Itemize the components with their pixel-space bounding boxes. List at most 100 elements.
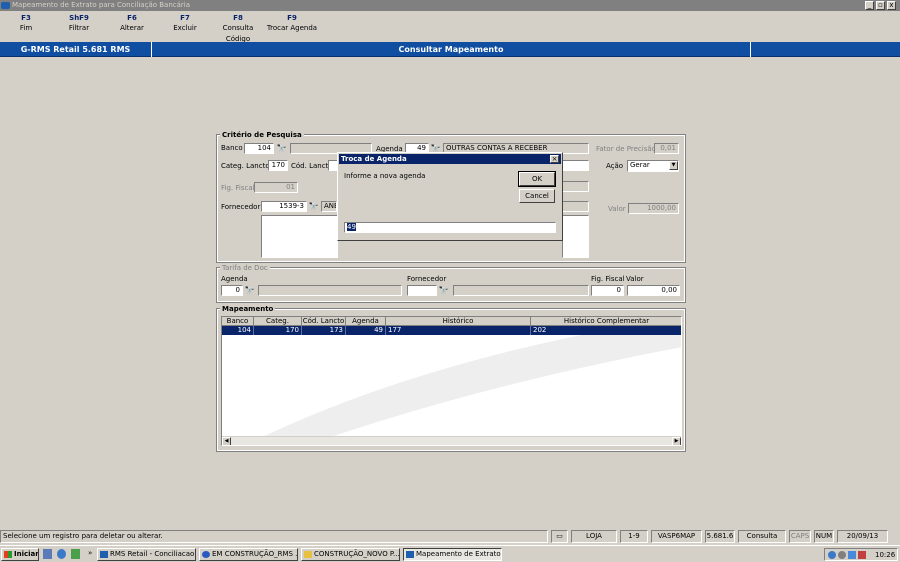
horizontal-scrollbar[interactable]: ◀ ▶ [222, 436, 681, 445]
tarifa-fig-field[interactable]: 0 [591, 285, 624, 296]
banco-label: Banco [221, 144, 243, 152]
tray-icon[interactable] [848, 551, 856, 559]
status-message: Selecione um registro para deletar ou al… [0, 530, 548, 543]
minimize-button[interactable]: _ [865, 1, 874, 10]
cell-historico: 177 [386, 326, 531, 335]
fkey-alterar[interactable]: F6 Alterar [106, 14, 158, 34]
maximize-button[interactable]: ▫ [876, 1, 885, 10]
tarifa-agenda-field[interactable]: 0 [221, 285, 243, 296]
dialog-close-icon[interactable]: × [550, 155, 559, 163]
fig-fiscal-desc-field [562, 181, 589, 192]
table-row[interactable]: 104 170 173 49 177 202 [222, 326, 681, 335]
quicklaunch-browser-icon[interactable] [57, 549, 66, 559]
acao-select[interactable]: Gerar ▼ [627, 160, 679, 172]
nova-agenda-input[interactable]: 49 [344, 222, 556, 233]
header-divider [750, 42, 751, 57]
cell-cod: 173 [302, 326, 346, 335]
task-em-construcao[interactable]: EM CONSTRUÇÃO_RMS ... [199, 548, 298, 561]
window-titlebar[interactable]: Mapeamento de Extrato para Conciliação B… [0, 0, 900, 11]
fkey-trocar-agenda[interactable]: F9 Trocar Agenda [266, 14, 318, 34]
valor-field: 1000,00 [628, 203, 679, 214]
mapeamento-grid[interactable]: Banco Categ. Lancto Cód. Lancto Agenda H… [221, 316, 682, 446]
fkey-fim[interactable]: F3 Fim [0, 14, 52, 34]
cell-agenda: 49 [346, 326, 386, 335]
status-num: NUM [814, 530, 834, 543]
fornecedor-field[interactable]: 1539-3 [261, 201, 307, 212]
status-version: 5.681.6 [705, 530, 735, 543]
fkey-label: Alterar [120, 24, 144, 32]
fig-fiscal-field: 01 [254, 182, 298, 193]
screen-title: Consultar Mapeamento [398, 45, 504, 54]
binoculars-icon[interactable]: 🔭 [244, 285, 255, 296]
fkey-code: F7 [180, 14, 190, 22]
banco-field[interactable]: 104 [244, 143, 274, 154]
fig-fiscal-label: Fig. Fiscal [221, 184, 255, 192]
binoculars-icon[interactable]: 🔭 [276, 143, 287, 154]
network-icon[interactable] [828, 551, 836, 559]
start-button[interactable]: Iniciar [1, 548, 39, 561]
fornecedor-desc-field-right [562, 201, 589, 212]
folder-icon [304, 551, 312, 558]
task-construcao-novo[interactable]: CONSTRUÇÃO_NOVO P... [301, 548, 400, 561]
binoculars-icon[interactable]: 🔭 [308, 201, 319, 212]
task-mapeamento[interactable]: Mapeamento de Extrato ... [403, 548, 502, 561]
col-header-agenda[interactable]: Agenda [346, 317, 386, 326]
fkey-code: ShF9 [69, 14, 89, 22]
status-loja: LOJA [571, 530, 617, 543]
fkey-filtrar[interactable]: ShF9 Filtrar [53, 14, 105, 34]
status-caps: CAPS [789, 530, 811, 543]
status-program: VASP6MAP [651, 530, 702, 543]
windows-logo-icon [4, 551, 12, 558]
historico-textarea-right[interactable] [562, 215, 589, 258]
col-header-historico[interactable]: Histórico [386, 317, 531, 326]
close-button[interactable]: x [887, 1, 896, 10]
historico-textarea[interactable] [261, 215, 338, 258]
fornecedor-label: Fornecedor [221, 203, 261, 211]
tarifa-fornecedor-field[interactable] [407, 285, 437, 296]
tarifa-fig-label: Fig. Fiscal [591, 275, 625, 283]
criterio-title: Critério de Pesquisa [220, 131, 304, 139]
tray-icon[interactable] [858, 551, 866, 559]
scroll-right-icon[interactable]: ▶ [672, 437, 681, 445]
app-version-label: G-RMS Retail 5.681 RMS [0, 42, 152, 57]
chevron-right-icon[interactable]: » [88, 549, 92, 557]
dialog-message: Informe a nova agenda [344, 172, 426, 180]
acao-label: Ação [606, 162, 624, 170]
quicklaunch-app-icon[interactable] [71, 549, 80, 559]
fkey-label: Trocar Agenda [266, 24, 318, 32]
troca-agenda-dialog: Troca de Agenda × Informe a nova agenda … [337, 152, 563, 241]
app-icon [100, 551, 108, 558]
tarifa-title: Tarifa de Doc [220, 264, 270, 272]
cell-banco: 104 [222, 326, 254, 335]
fkey-label: Excluir [173, 24, 197, 32]
dialog-title: Troca de Agenda [339, 154, 561, 164]
col-header-historico-comp[interactable]: Histórico Complementar [531, 317, 681, 326]
fkey-excluir[interactable]: F7 Excluir [159, 14, 211, 34]
cancel-button[interactable]: Cancel [519, 189, 555, 203]
app-icon [1, 2, 10, 9]
status-date: 20/09/13 [837, 530, 888, 543]
quicklaunch-desktop-icon[interactable] [43, 549, 52, 559]
chevron-down-icon[interactable]: ▼ [669, 161, 678, 170]
col-header-categ[interactable]: Categ. Lancto [254, 317, 302, 334]
binoculars-icon[interactable]: 🔭 [438, 285, 449, 296]
categ-label: Categ. Lancto [221, 162, 270, 170]
fkey-label: Filtrar [68, 24, 90, 32]
ok-button[interactable]: OK [518, 171, 556, 187]
fkey-consulta-codigo[interactable]: F8 Consulta Código [212, 14, 264, 45]
task-rms-retail[interactable]: RMS Retail - Conciliacao ... [97, 548, 196, 561]
app-icon [406, 551, 414, 558]
window-title: Mapeamento de Extrato para Conciliação B… [12, 1, 191, 9]
categ-field[interactable]: 170 [268, 160, 288, 171]
tray-icon[interactable] [838, 551, 846, 559]
tarifa-valor-field[interactable]: 0,00 [627, 285, 680, 296]
scroll-left-icon[interactable]: ◀ [222, 437, 231, 445]
col-header-banco[interactable]: Banco [222, 317, 254, 326]
status-bar: Selecione um registro para deletar ou al… [0, 530, 900, 543]
function-key-bar: F3 Fim ShF9 Filtrar F6 Alterar F7 Excluir F8… [0, 14, 330, 45]
fkey-code: F9 [287, 14, 297, 22]
task-label: CONSTRUÇÃO_NOVO P... [314, 550, 400, 558]
valor-label: Valor [608, 205, 626, 213]
col-header-cod[interactable]: Cód. Lancto [302, 317, 346, 326]
clock[interactable]: 10:26 [875, 550, 895, 560]
